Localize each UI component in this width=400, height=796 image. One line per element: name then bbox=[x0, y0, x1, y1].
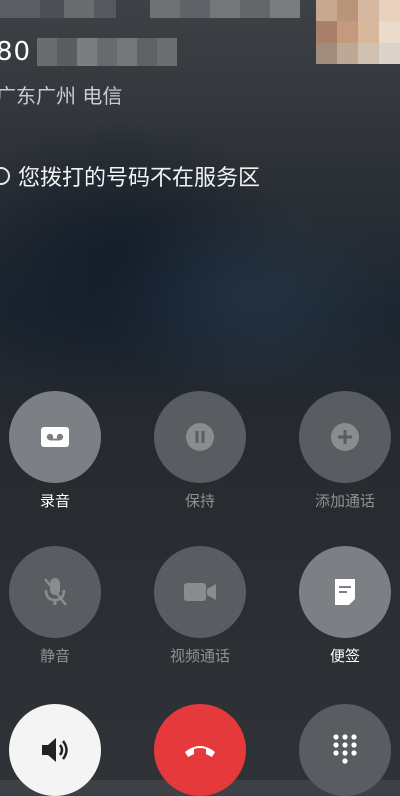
call-status: 您拨打的号码不在服务区 bbox=[0, 160, 260, 192]
caller-location: 广东广州 电信 bbox=[0, 84, 123, 108]
call-status-text: 您拨打的号码不在服务区 bbox=[18, 166, 261, 191]
notes-button[interactable] bbox=[299, 546, 391, 638]
hangup-icon bbox=[185, 746, 215, 757]
hold-label: 保持 bbox=[184, 492, 215, 510]
video-camera-icon bbox=[184, 583, 216, 601]
hold-button[interactable] bbox=[154, 391, 246, 483]
mic-off-icon bbox=[44, 578, 67, 606]
note-icon bbox=[335, 579, 355, 605]
add-call-label: 添加通话 bbox=[314, 492, 375, 510]
mute-label: 静音 bbox=[39, 647, 70, 665]
video-call-button[interactable] bbox=[154, 546, 246, 638]
pause-icon bbox=[186, 423, 214, 451]
notes-label: 便签 bbox=[329, 647, 360, 665]
mute-button[interactable] bbox=[9, 546, 101, 638]
end-call-button[interactable] bbox=[154, 704, 246, 796]
record-label: 录音 bbox=[39, 492, 70, 510]
dialpad-icon bbox=[333, 734, 357, 764]
contact-avatar-pixelated bbox=[316, 0, 400, 64]
record-button[interactable] bbox=[9, 391, 101, 483]
voicemail-icon bbox=[41, 427, 69, 447]
speaker-icon bbox=[42, 738, 68, 762]
speaker-button[interactable] bbox=[9, 704, 101, 796]
caller-number-mask bbox=[37, 38, 178, 66]
dialpad-button[interactable] bbox=[299, 704, 391, 796]
info-icon bbox=[0, 167, 10, 185]
video-call-label: 视频通话 bbox=[169, 647, 230, 665]
add-call-button[interactable] bbox=[299, 391, 391, 483]
caller-number-text: 80 bbox=[0, 37, 32, 67]
plus-icon bbox=[331, 423, 359, 451]
caller-number: 80 bbox=[0, 34, 178, 70]
